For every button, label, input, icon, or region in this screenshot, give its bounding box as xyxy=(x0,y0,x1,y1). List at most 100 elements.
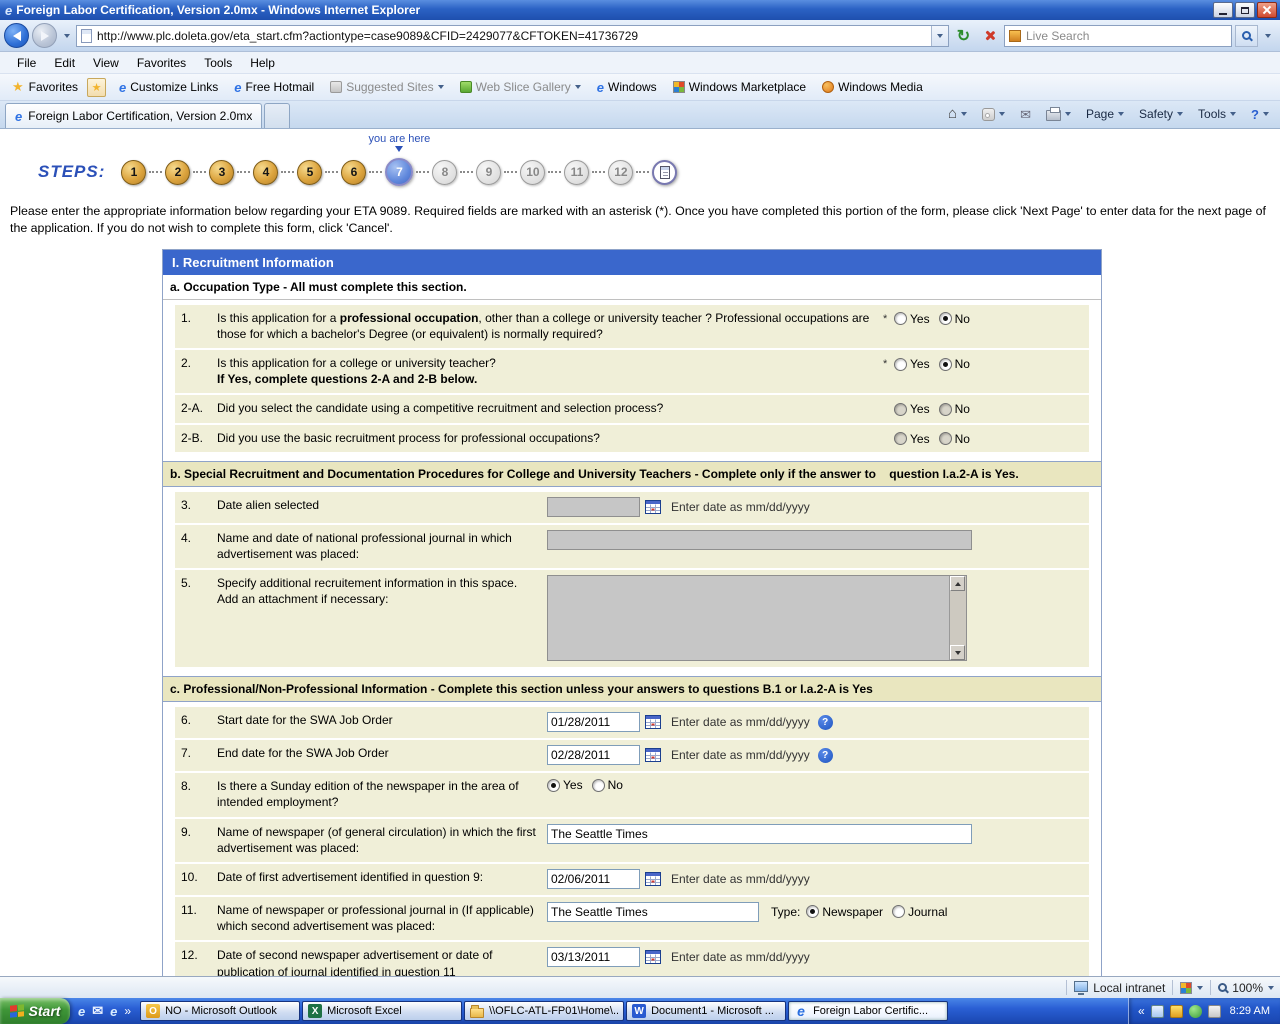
tray-icon-3[interactable] xyxy=(1189,1005,1202,1018)
address-history-dropdown[interactable] xyxy=(931,26,948,46)
scrollbar-track[interactable] xyxy=(950,591,966,645)
step-11[interactable]: 11 xyxy=(564,160,589,185)
menu-edit[interactable]: Edit xyxy=(45,54,84,72)
search-options-dropdown[interactable] xyxy=(1261,23,1274,48)
start-button[interactable]: Start xyxy=(0,998,70,1024)
taskbar-window-ie-active[interactable]: e Foreign Labor Certific... xyxy=(788,1001,948,1021)
add-to-favorites-bar-icon[interactable]: ★ xyxy=(87,78,106,97)
tray-icon-1[interactable] xyxy=(1151,1005,1164,1018)
help-icon[interactable]: ? xyxy=(818,748,833,763)
q2-no-radio[interactable] xyxy=(939,358,952,371)
search-button[interactable] xyxy=(1235,25,1258,47)
q9-newspaper-name-input[interactable] xyxy=(547,824,972,844)
taskbar-window-outlook[interactable]: O NO - Microsoft Outlook xyxy=(140,1001,300,1021)
q1-no-radio[interactable] xyxy=(939,312,952,325)
print-button[interactable] xyxy=(1040,106,1077,123)
q1-yes-radio[interactable] xyxy=(894,312,907,325)
favorites-link-windows-media[interactable]: Windows Media xyxy=(815,78,930,96)
step-9[interactable]: 9 xyxy=(476,160,501,185)
tray-collapse-chevron[interactable]: « xyxy=(1138,1004,1145,1018)
q10-first-ad-date-input[interactable] xyxy=(547,869,640,889)
search-input[interactable]: Live Search xyxy=(1026,29,1227,43)
favorites-link-web-slice-gallery[interactable]: Web Slice Gallery xyxy=(453,78,588,96)
menu-tools[interactable]: Tools xyxy=(195,54,241,72)
forward-button[interactable] xyxy=(32,23,57,48)
calendar-icon[interactable] xyxy=(645,950,661,964)
scroll-down-button[interactable] xyxy=(950,645,965,660)
step-12[interactable]: 12 xyxy=(608,160,633,185)
address-bar[interactable]: http://www.plc.doleta.gov/eta_start.cfm?… xyxy=(76,25,949,47)
close-button[interactable] xyxy=(1257,2,1277,18)
feeds-button[interactable] xyxy=(976,106,1011,123)
page-menu-button[interactable]: Page xyxy=(1080,105,1130,123)
address-url[interactable]: http://www.plc.doleta.gov/eta_start.cfm?… xyxy=(97,29,926,43)
safety-menu-button[interactable]: Safety xyxy=(1133,105,1189,123)
quick-launch-overflow-chevron[interactable]: » xyxy=(124,1004,131,1018)
menu-favorites[interactable]: Favorites xyxy=(128,54,195,72)
new-tab-button[interactable] xyxy=(264,103,290,128)
calendar-icon[interactable] xyxy=(645,872,661,886)
q8-no-radio[interactable] xyxy=(592,779,605,792)
section-c-heading: c. Professional/Non-Professional Informa… xyxy=(163,676,1101,702)
step-4[interactable]: 4 xyxy=(253,160,278,185)
taskbar-window-file-explorer[interactable]: \\OFLC-ATL-FP01\Home\... xyxy=(464,1001,624,1021)
step-summary[interactable] xyxy=(652,160,677,185)
favorites-button[interactable]: ★ Favorites xyxy=(5,77,85,97)
step-3[interactable]: 3 xyxy=(209,160,234,185)
help-menu-button[interactable]: ? xyxy=(1245,105,1275,124)
tools-menu-button[interactable]: Tools xyxy=(1192,105,1242,123)
calendar-icon[interactable] xyxy=(645,715,661,729)
textarea-scrollbar[interactable] xyxy=(949,576,966,660)
q12-second-ad-date-input[interactable] xyxy=(547,947,640,967)
favorites-link-windows-marketplace[interactable]: Windows Marketplace xyxy=(666,78,813,96)
stop-button[interactable] xyxy=(978,24,1001,47)
q6-swa-start-date-input[interactable] xyxy=(547,712,640,732)
taskbar-window-excel[interactable]: X Microsoft Excel xyxy=(302,1001,462,1021)
tray-icon-2[interactable] xyxy=(1170,1005,1183,1018)
step-6[interactable]: 6 xyxy=(341,160,366,185)
q7-swa-end-date-input[interactable] xyxy=(547,745,640,765)
calendar-icon[interactable] xyxy=(645,748,661,762)
step-7-current[interactable]: 7 xyxy=(385,158,413,186)
menu-view[interactable]: View xyxy=(84,54,128,72)
favorites-link-customize-links[interactable]: e Customize Links xyxy=(112,78,225,96)
home-button[interactable]: ⌂ xyxy=(942,105,973,123)
q2-yes-radio[interactable] xyxy=(894,358,907,371)
step-5[interactable]: 5 xyxy=(297,160,322,185)
recent-pages-dropdown[interactable] xyxy=(60,23,73,48)
menu-help[interactable]: Help xyxy=(241,54,284,72)
zoom-level: 100% xyxy=(1232,981,1263,995)
q11-newspaper-radio[interactable] xyxy=(806,905,819,918)
quick-launch-mail-icon[interactable]: ✉ xyxy=(92,1003,103,1019)
step-1[interactable]: 1 xyxy=(121,160,146,185)
q11-second-ad-name-input[interactable] xyxy=(547,902,759,922)
step-8[interactable]: 8 xyxy=(432,160,457,185)
search-box[interactable]: Live Search xyxy=(1004,25,1232,47)
no-label: No xyxy=(955,432,970,446)
favorites-link-free-hotmail[interactable]: e Free Hotmail xyxy=(227,78,321,96)
scroll-up-button[interactable] xyxy=(950,576,965,591)
favorites-link-windows[interactable]: e Windows xyxy=(590,78,664,96)
page-status-button[interactable] xyxy=(1180,982,1203,994)
zoom-control[interactable]: 100% xyxy=(1218,981,1274,995)
back-button[interactable] xyxy=(4,23,29,48)
q8-yes-radio[interactable] xyxy=(547,779,560,792)
restore-button[interactable] xyxy=(1235,2,1255,18)
read-mail-button[interactable]: ✉ xyxy=(1014,106,1037,123)
favorites-link-suggested-sites[interactable]: Suggested Sites xyxy=(323,78,450,96)
minimize-button[interactable] xyxy=(1213,2,1233,18)
step-2[interactable]: 2 xyxy=(165,160,190,185)
calendar-icon[interactable] xyxy=(645,500,661,514)
tray-icon-4[interactable] xyxy=(1208,1005,1221,1018)
refresh-button[interactable]: ↻ xyxy=(952,24,975,47)
step-10[interactable]: 10 xyxy=(520,160,545,185)
menu-file[interactable]: File xyxy=(8,54,45,72)
quick-launch-ie2-icon[interactable]: e xyxy=(110,1004,117,1019)
q11-journal-radio[interactable] xyxy=(892,905,905,918)
chevron-down-icon xyxy=(1268,986,1274,990)
help-icon[interactable]: ? xyxy=(818,715,833,730)
quick-launch-ie-icon[interactable]: e xyxy=(78,1004,85,1019)
tab-foreign-labor-certification[interactable]: e Foreign Labor Certification, Version 2… xyxy=(5,103,262,128)
form-instructions: Please enter the appropriate information… xyxy=(10,203,1270,238)
taskbar-window-word[interactable]: W Document1 - Microsoft ... xyxy=(626,1001,786,1021)
